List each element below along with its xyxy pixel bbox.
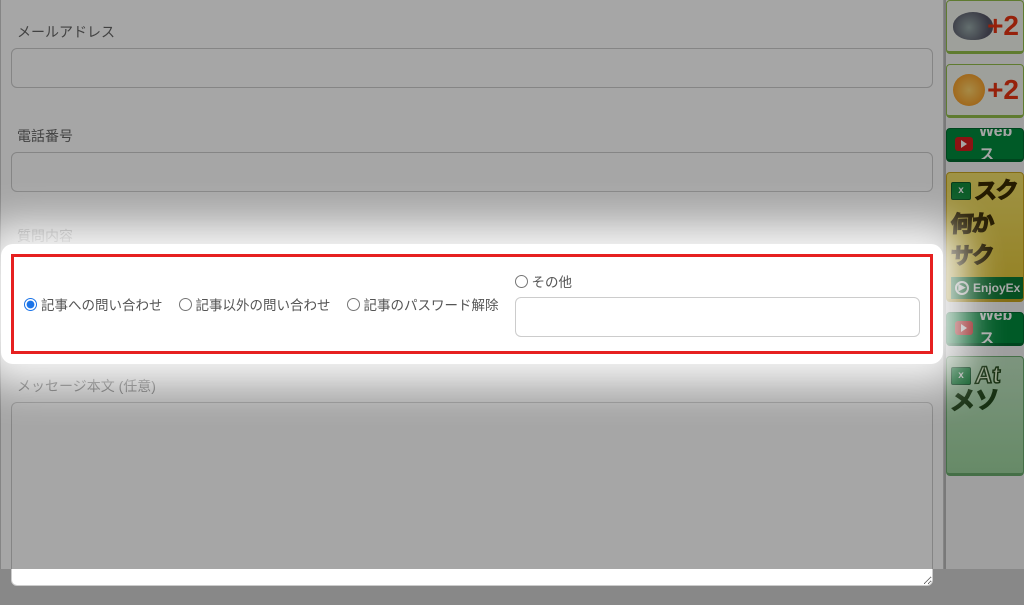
other-text-input[interactable]: [515, 297, 921, 337]
banner-ad-2-line2: メソ: [950, 387, 1024, 415]
question-type-label: 質問内容: [17, 226, 933, 246]
email-label: メールアドレス: [17, 22, 933, 42]
radio-password[interactable]: 記事のパスワード解除: [347, 294, 499, 314]
banner-ad-1-line3: サク: [950, 244, 994, 269]
radio-non-article-input[interactable]: [179, 298, 192, 311]
radio-non-article-label: 記事以外の問い合わせ: [196, 294, 331, 314]
banner-ad-2[interactable]: x At メソ: [946, 356, 1024, 476]
weather-card-2[interactable]: +2: [946, 64, 1024, 118]
radio-non-article[interactable]: 記事以外の問い合わせ: [179, 294, 331, 314]
radio-other[interactable]: その他: [515, 271, 921, 291]
message-textarea[interactable]: [11, 402, 933, 586]
banner-web-school-2-label: Webス: [979, 312, 1023, 346]
banner-ad-2-line1: At: [974, 363, 1001, 389]
banner-web-school-1[interactable]: Webス: [946, 128, 1024, 162]
question-type-group: 記事への問い合わせ 記事以外の問い合わせ 記事のパスワード解除 その他: [11, 254, 933, 354]
youtube-icon: [955, 321, 973, 335]
banner-ad-1-foot: EnjoyEx: [973, 281, 1020, 295]
banner-ad-1-line1: スク: [974, 178, 1018, 203]
sun-icon: [953, 74, 985, 106]
message-label: メッセージ本文 (任意): [17, 376, 933, 396]
email-input[interactable]: [11, 48, 933, 88]
circle-arrow-icon: ▶: [955, 281, 969, 295]
weather-temp-2: +2: [987, 74, 1019, 106]
sidebar: +2 +2 Webス x スク 何か サク ▶ EnjoyEx Webス: [944, 0, 1024, 569]
radio-other-label: その他: [532, 271, 573, 291]
radio-article[interactable]: 記事への問い合わせ: [24, 294, 163, 314]
radio-other-input[interactable]: [515, 275, 528, 288]
phone-input[interactable]: [11, 152, 933, 192]
weather-card-1[interactable]: +2: [946, 0, 1024, 54]
youtube-icon: [955, 137, 973, 151]
question-type-highlight: 記事への問い合わせ 記事以外の問い合わせ 記事のパスワード解除 その他: [11, 254, 933, 354]
excel-icon: x: [951, 367, 971, 385]
banner-web-school-1-label: Webス: [979, 128, 1023, 162]
banner-ad-1[interactable]: x スク 何か サク ▶ EnjoyEx: [946, 172, 1024, 302]
radio-article-input[interactable]: [24, 298, 37, 311]
banner-ad-1-line2: 何か: [950, 211, 994, 236]
radio-article-label: 記事への問い合わせ: [41, 294, 163, 314]
weather-temp-1: +2: [987, 10, 1019, 42]
radio-password-label: 記事のパスワード解除: [364, 294, 499, 314]
excel-icon: x: [951, 182, 971, 200]
banner-web-school-2[interactable]: Webス: [946, 312, 1024, 346]
phone-label: 電話番号: [17, 126, 933, 146]
radio-password-input[interactable]: [347, 298, 360, 311]
